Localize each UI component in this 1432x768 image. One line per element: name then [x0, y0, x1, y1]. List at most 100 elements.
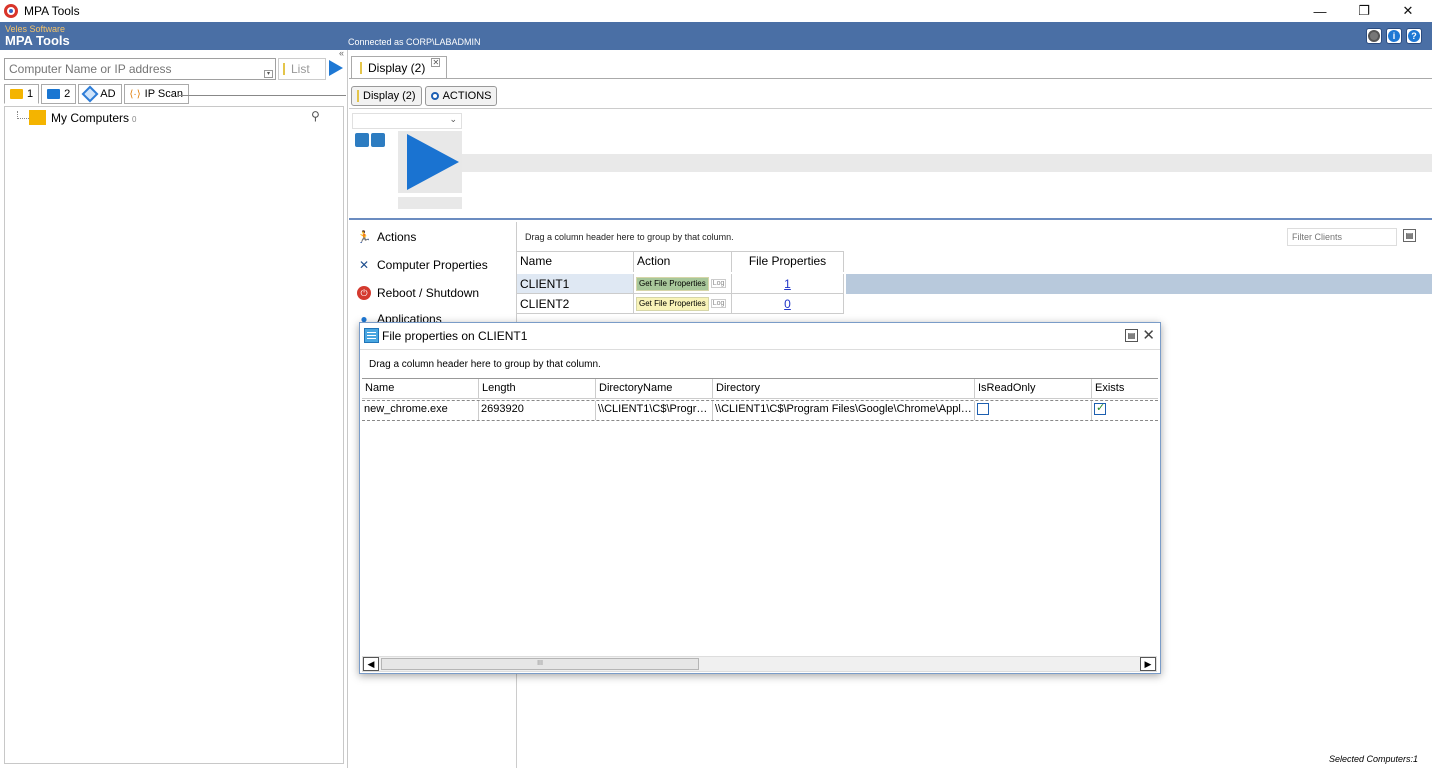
- column-header-directory[interactable]: Directory: [713, 379, 975, 399]
- app-logo-icon: [4, 4, 18, 18]
- window-title: MPA Tools: [24, 4, 80, 18]
- go-arrow-button[interactable]: [329, 60, 343, 76]
- action-dropdown[interactable]: ⌄: [352, 113, 462, 129]
- cell-action: Get File Properties Log: [634, 274, 732, 293]
- list-button-label: List: [291, 62, 310, 76]
- play-icon: [407, 134, 459, 190]
- column-header-action[interactable]: Action: [634, 252, 732, 272]
- cell-directory-name: \\CLIENT1\C$\Program...: [596, 401, 713, 420]
- scroll-right-icon[interactable]: ▶: [1140, 657, 1156, 671]
- tab-ip-scan[interactable]: ⟨·⟩ IP Scan: [123, 84, 189, 104]
- is-read-only-checkbox[interactable]: [977, 403, 989, 415]
- cell-name: new_chrome.exe: [362, 401, 479, 420]
- brand-title: MPA Tools: [5, 33, 70, 48]
- cell-action: Get File Properties Log: [634, 294, 732, 313]
- ad-icon: [81, 85, 99, 103]
- folder-icon: [29, 110, 46, 125]
- run-button-caption: [398, 197, 462, 209]
- group-by-hint: Drag a column header here to group by th…: [369, 359, 601, 370]
- filter-options-icon[interactable]: ▤: [1403, 229, 1416, 242]
- power-icon: ⏻: [357, 286, 371, 300]
- info-icon: i: [1388, 30, 1400, 42]
- ip-scan-icon: ⟨·⟩: [129, 88, 141, 100]
- grid-icon: [364, 328, 379, 343]
- tab-label: IP Scan: [144, 88, 183, 100]
- list-icon: [283, 63, 285, 75]
- display-icon: [357, 90, 359, 102]
- tab-2[interactable]: 2: [41, 84, 77, 104]
- tab-divider: [178, 95, 346, 96]
- sidebar-item-actions[interactable]: 🏃 Actions: [356, 226, 417, 248]
- tab-divider: [349, 78, 1432, 79]
- action-strip: [462, 154, 1432, 172]
- horizontal-scrollbar[interactable]: ◀ III ▶: [362, 656, 1157, 672]
- left-panel: ▾ List 1 2 AD ⟨·⟩ IP Scan My Computers0 …: [0, 50, 348, 768]
- tab-display[interactable]: Display (2) ✕: [351, 56, 448, 78]
- sidebar-item-reboot[interactable]: ⏻ Reboot / Shutdown: [357, 282, 479, 304]
- scroll-left-icon[interactable]: ◀: [363, 657, 379, 671]
- tab-label: 2: [64, 88, 71, 100]
- action-toolbar: ⌄: [349, 108, 1432, 220]
- run-icon: 🏃: [356, 230, 372, 244]
- dialog-divider: [360, 349, 1160, 350]
- file-properties-link[interactable]: 1: [735, 277, 840, 291]
- column-header-name[interactable]: Name: [362, 379, 479, 399]
- close-tab-icon[interactable]: ✕: [431, 58, 441, 67]
- settings-button[interactable]: [1366, 28, 1382, 44]
- dialog-title-text: File properties on CLIENT1: [382, 328, 528, 343]
- close-dialog-button[interactable]: ✕: [1142, 326, 1155, 344]
- file-properties-dialog: File properties on CLIENT1 ▤ ✕ Drag a co…: [359, 322, 1161, 674]
- maximize-icon[interactable]: ▤: [1125, 329, 1138, 342]
- tab-ad[interactable]: AD: [78, 84, 122, 104]
- run-button[interactable]: [398, 131, 462, 193]
- filter-clients-input[interactable]: [1287, 228, 1397, 246]
- column-header-length[interactable]: Length: [479, 379, 596, 399]
- file-properties-link[interactable]: 0: [735, 297, 840, 311]
- info-button[interactable]: i: [1386, 28, 1402, 44]
- minimize-button[interactable]: —: [1298, 0, 1342, 22]
- log-link[interactable]: Log: [710, 299, 727, 308]
- subtab-label: ACTIONS: [442, 90, 492, 102]
- save-icon[interactable]: [371, 133, 385, 147]
- subtab-label: Display (2): [363, 90, 416, 102]
- table-row[interactable]: CLIENT1 Get File Properties Log 1: [517, 274, 844, 294]
- group-by-hint: Drag a column header here to group by th…: [525, 232, 734, 242]
- open-icon[interactable]: [355, 133, 369, 147]
- subtab-display[interactable]: Display (2): [351, 86, 422, 106]
- column-header-file-properties[interactable]: File Properties: [732, 252, 844, 272]
- subtab-actions[interactable]: ACTIONS: [424, 86, 498, 106]
- tree-item-my-computers[interactable]: My Computers 0: [51, 111, 136, 125]
- restore-button[interactable]: ❐: [1342, 0, 1386, 22]
- connected-as-label: Connected as CORP\LABADMIN: [348, 37, 481, 47]
- sidebar-item-computer-properties[interactable]: ✕ Computer Properties: [357, 254, 488, 276]
- action-badge[interactable]: Get File Properties: [636, 296, 709, 311]
- column-header-name[interactable]: Name: [517, 252, 634, 272]
- column-header-is-read-only[interactable]: IsReadOnly: [975, 379, 1092, 399]
- tab-label: AD: [100, 88, 116, 100]
- left-tabs: 1 2 AD ⟨·⟩ IP Scan: [4, 84, 189, 104]
- sidebar-item-label: Actions: [377, 230, 417, 244]
- tab-label: 1: [27, 88, 34, 100]
- file-grid-header: Name Length DirectoryName Directory IsRe…: [362, 378, 1158, 399]
- tab-1[interactable]: 1: [4, 84, 40, 104]
- computer-search-input[interactable]: [4, 58, 276, 80]
- cell-exists: [1092, 401, 1158, 420]
- exists-checkbox[interactable]: [1094, 401, 1106, 415]
- selected-row-highlight: [846, 274, 1432, 294]
- list-button[interactable]: List: [278, 58, 326, 80]
- scroll-thumb[interactable]: III: [381, 658, 699, 670]
- column-header-exists[interactable]: Exists: [1092, 379, 1158, 399]
- key-search-icon[interactable]: ⚲: [311, 109, 320, 123]
- search-dropdown-icon[interactable]: ▾: [264, 70, 273, 78]
- close-button[interactable]: ✕: [1386, 0, 1430, 22]
- column-header-directory-name[interactable]: DirectoryName: [596, 379, 713, 399]
- help-button[interactable]: ?: [1406, 28, 1422, 44]
- table-row[interactable]: new_chrome.exe 2693920 \\CLIENT1\C$\Prog…: [362, 400, 1158, 421]
- log-link[interactable]: Log: [710, 279, 727, 288]
- help-icon: ?: [1408, 30, 1420, 42]
- table-row[interactable]: CLIENT2 Get File Properties Log 0: [517, 294, 844, 314]
- action-badge[interactable]: Get File Properties: [636, 276, 709, 291]
- cell-name: CLIENT1: [517, 274, 634, 293]
- folder-blue-icon: [47, 89, 61, 99]
- sub-tabs: Display (2) ACTIONS: [351, 86, 498, 106]
